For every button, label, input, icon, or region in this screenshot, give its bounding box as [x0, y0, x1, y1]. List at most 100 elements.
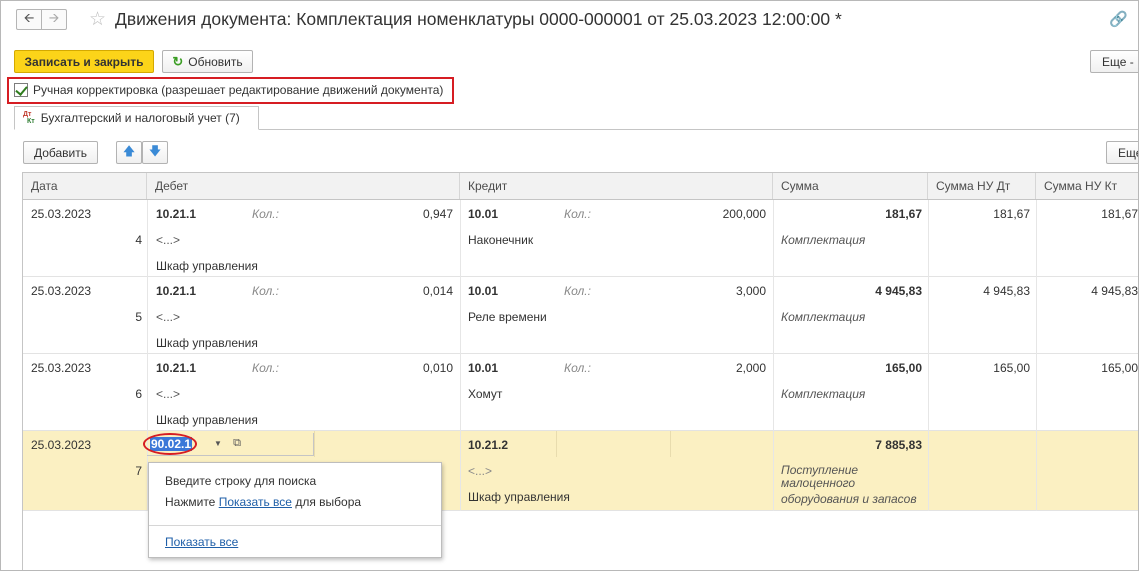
favorite-star-icon[interactable]: ☆: [89, 8, 106, 31]
title-bar: 🡨 🡪 ☆ Движения документа: Комплектация н…: [1, 1, 1138, 39]
column-header-credit[interactable]: Кредит: [460, 173, 773, 199]
credit-qty-label: Кол.:: [564, 361, 591, 375]
row-number: 5: [135, 310, 142, 324]
manual-correction-label[interactable]: Ручная корректировка (разрешает редактир…: [33, 83, 443, 97]
credit-account[interactable]: 10.21.2: [468, 438, 508, 452]
table-row[interactable]: 25.03.2023 5 10.21.1 Кол.: 0,014 <...> Ш…: [23, 277, 1138, 354]
table-row[interactable]: 25.03.2023 4 10.21.1 Кол.: 0,947 <...> Ш…: [23, 200, 1138, 277]
document-movements-window: 🡨 🡪 ☆ Движения документа: Комплектация н…: [0, 0, 1139, 571]
row-number: 7: [135, 464, 142, 478]
sum-note-line-2[interactable]: малоценного: [781, 477, 855, 490]
sum-note[interactable]: Комплектация: [781, 233, 865, 247]
icon-bottom-text: Кт: [27, 118, 35, 125]
column-header-date[interactable]: Дата: [23, 173, 147, 199]
credit-account[interactable]: 10.01: [468, 361, 498, 375]
debit-qty[interactable]: 0,014: [363, 284, 453, 298]
sum-cell[interactable]: 7 885,83: [783, 438, 922, 452]
popup-prefix: Нажмите: [165, 495, 216, 509]
credit-account[interactable]: 10.01: [468, 284, 498, 298]
credit-subconto-2[interactable]: Шкаф управления: [468, 490, 570, 504]
debit-subconto-1[interactable]: <...>: [156, 387, 180, 401]
sum-note-line-3[interactable]: оборудования и запасов: [781, 493, 917, 506]
debit-account[interactable]: 10.21.1: [156, 284, 196, 298]
table-header: Дата Дебет Кредит Сумма Сумма НУ Дт Сумм…: [23, 173, 1138, 200]
sum-note[interactable]: Комплектация: [781, 310, 865, 324]
show-all-link[interactable]: Показать все: [165, 535, 238, 549]
table-more-button[interactable]: Еще: [1106, 141, 1138, 164]
window-title: Движения документа: Комплектация номенкл…: [115, 9, 842, 29]
sum-nu-kt-cell[interactable]: 181,67: [1043, 207, 1138, 221]
tab-accounting-tax[interactable]: Дт Кт Бухгалтерский и налоговый учет (7): [14, 106, 259, 130]
sum-cell[interactable]: 181,67: [783, 207, 922, 221]
date-cell[interactable]: 25.03.2023: [31, 438, 91, 452]
credit-account[interactable]: 10.01: [468, 207, 498, 221]
column-header-sum-nu-dt[interactable]: Сумма НУ Дт: [928, 173, 1036, 199]
sum-nu-dt-cell[interactable]: 4 945,83: [935, 284, 1030, 298]
debit-account[interactable]: 10.21.1: [156, 361, 196, 375]
arrow-right-icon: 🡪: [48, 9, 60, 25]
debit-subconto-2[interactable]: Шкаф управления: [156, 259, 258, 273]
debit-qty[interactable]: 0,947: [363, 207, 453, 221]
date-cell[interactable]: 25.03.2023: [31, 207, 91, 221]
more-menu-button[interactable]: Еще -: [1090, 50, 1138, 73]
debit-qty-label: Кол.:: [252, 207, 279, 221]
debit-account[interactable]: 10.21.1: [156, 207, 196, 221]
sum-note[interactable]: Комплектация: [781, 387, 865, 401]
debit-subconto-1[interactable]: <...>: [156, 310, 180, 324]
row-number: 6: [135, 387, 142, 401]
refresh-button[interactable]: ↻ Обновить: [162, 50, 253, 73]
forward-button[interactable]: 🡪: [41, 9, 67, 30]
sum-cell[interactable]: 165,00: [783, 361, 922, 375]
column-header-sum[interactable]: Сумма: [773, 173, 928, 199]
column-header-sum-nu-kt[interactable]: Сумма НУ Кт: [1036, 173, 1138, 199]
sum-nu-kt-cell[interactable]: 165,00: [1043, 361, 1138, 375]
popup-divider: [149, 525, 441, 526]
sum-cell[interactable]: 4 945,83: [783, 284, 922, 298]
debit-credit-icon: Дт Кт: [23, 111, 35, 125]
table-row[interactable]: 25.03.2023 6 10.21.1 Кол.: 0,010 <...> Ш…: [23, 354, 1138, 431]
popup-instruction: Нажмите Показать все для выбора: [165, 495, 361, 509]
popup-show-all-inline-link[interactable]: Показать все: [219, 495, 292, 509]
popup-suffix: для выбора: [295, 495, 362, 509]
date-cell[interactable]: 25.03.2023: [31, 361, 91, 375]
icon-top-text: Дт: [23, 111, 32, 118]
debit-subconto-2[interactable]: Шкаф управления: [156, 336, 258, 350]
credit-qty[interactable]: 3,000: [673, 284, 766, 298]
credit-subconto-1[interactable]: Наконечник: [468, 233, 533, 247]
arrow-down-icon: 🡇: [148, 144, 162, 158]
save-and-close-button[interactable]: Записать и закрыть: [14, 50, 154, 73]
credit-qty[interactable]: 2,000: [673, 361, 766, 375]
highlight-ellipse: [143, 433, 197, 455]
debit-qty-label: Кол.:: [252, 361, 279, 375]
debit-qty[interactable]: 0,010: [363, 361, 453, 375]
credit-qty[interactable]: 200,000: [673, 207, 766, 221]
add-button[interactable]: Добавить: [23, 141, 98, 164]
date-cell[interactable]: 25.03.2023: [31, 284, 91, 298]
column-header-debit[interactable]: Дебет: [147, 173, 460, 199]
refresh-label: Обновить: [188, 54, 243, 69]
dropdown-arrow-icon[interactable]: ▼: [214, 439, 222, 448]
move-up-button[interactable]: 🡅: [116, 141, 142, 164]
credit-subconto-1[interactable]: <...>: [468, 464, 492, 478]
credit-qty-label: Кол.:: [564, 207, 591, 221]
autocomplete-popup: Введите строку для поиска Нажмите Показа…: [148, 462, 442, 558]
debit-subconto-1[interactable]: <...>: [156, 233, 180, 247]
back-button[interactable]: 🡨: [16, 9, 42, 30]
arrow-up-icon: 🡅: [122, 144, 136, 158]
debit-subconto-2[interactable]: Шкаф управления: [156, 413, 258, 427]
credit-qty-label: Кол.:: [564, 284, 591, 298]
move-down-button[interactable]: 🡇: [142, 141, 168, 164]
popup-show-all-item[interactable]: Показать все: [165, 535, 238, 549]
arrow-left-icon: 🡨: [23, 9, 35, 25]
credit-subconto-1[interactable]: Реле времени: [468, 310, 547, 324]
link-icon[interactable]: 🔗: [1109, 10, 1128, 28]
manual-correction-checkbox[interactable]: [14, 83, 28, 97]
sum-nu-dt-cell[interactable]: 165,00: [935, 361, 1030, 375]
refresh-icon: ↻: [172, 53, 184, 69]
open-icon[interactable]: ⧉: [229, 434, 245, 452]
sum-nu-kt-cell[interactable]: 4 945,83: [1043, 284, 1138, 298]
debit-qty-label: Кол.:: [252, 284, 279, 298]
sum-nu-dt-cell[interactable]: 181,67: [935, 207, 1030, 221]
credit-subconto-1[interactable]: Хомут: [468, 387, 502, 401]
tab-label: Бухгалтерский и налоговый учет (7): [40, 111, 240, 125]
